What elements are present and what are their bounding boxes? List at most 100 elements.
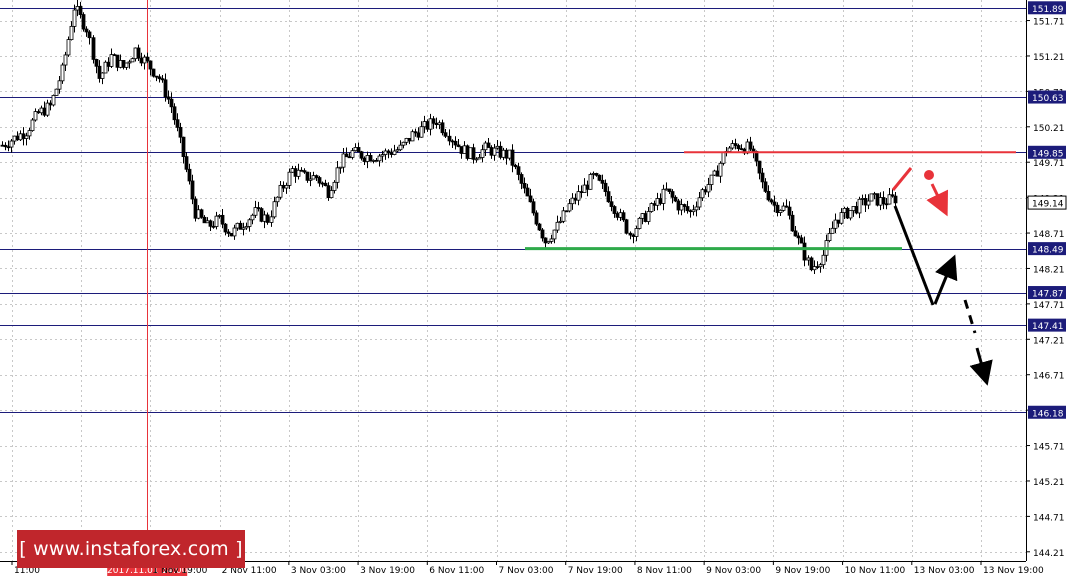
candle-body — [374, 159, 379, 162]
candle-body — [884, 203, 889, 206]
candle-body — [558, 220, 563, 223]
candle-body — [272, 201, 277, 218]
candle-body — [667, 188, 672, 192]
candle-body — [809, 257, 814, 271]
candle-body — [621, 212, 626, 221]
candle-body — [812, 266, 817, 271]
candle-body — [465, 145, 470, 159]
candle-body — [250, 214, 255, 221]
candle-body — [347, 156, 352, 159]
candle-body — [893, 195, 898, 204]
candle-body — [94, 59, 99, 67]
x-tick-label: 8 Nov 11:00 — [637, 566, 692, 576]
y-tick-label: 148.71 — [1033, 230, 1065, 240]
candle-body — [84, 28, 89, 33]
candle-body — [202, 216, 207, 224]
y-tick-label: 150.21 — [1033, 124, 1065, 134]
candle-body — [296, 169, 301, 177]
candle-body — [293, 168, 298, 177]
candle-body — [453, 140, 458, 146]
candle-body — [733, 143, 738, 146]
candle-body — [537, 223, 542, 231]
candle-body — [456, 144, 461, 147]
candle-body — [522, 182, 527, 189]
candle-body — [305, 171, 310, 181]
candle-body — [259, 208, 264, 222]
level-label: 149.85 — [1032, 149, 1064, 159]
y-tick-label: 151.71 — [1033, 18, 1065, 28]
candle-body — [214, 215, 219, 227]
candle-body — [685, 206, 690, 212]
candle-body — [395, 149, 400, 152]
candle-body — [528, 195, 533, 203]
candle-body — [124, 62, 129, 68]
candle-body — [419, 126, 424, 138]
candle-body — [757, 160, 762, 174]
candle-body — [854, 206, 859, 214]
candle-body — [172, 106, 177, 121]
candle-body — [839, 212, 844, 224]
candle-body — [700, 189, 705, 199]
candle-body — [39, 107, 44, 114]
candle-body — [781, 205, 786, 211]
candle-body — [498, 145, 503, 158]
candle-body — [525, 187, 530, 197]
candle-body — [145, 56, 150, 62]
candle-body — [184, 156, 189, 170]
candle-body — [564, 210, 569, 213]
candle-body — [151, 68, 156, 77]
candle-body — [51, 95, 56, 106]
candle-body — [45, 102, 50, 116]
candle-body — [380, 154, 385, 157]
candle-body — [356, 147, 361, 153]
candle-body — [890, 194, 895, 197]
candle-body — [842, 207, 847, 213]
candle-body — [63, 54, 68, 66]
candle-body — [54, 88, 59, 96]
candle-body — [317, 177, 322, 184]
candle-body — [706, 184, 711, 193]
x-tick-label: 13 Nov 19:00 — [983, 566, 1044, 576]
candle-body — [365, 155, 370, 162]
candle-body — [821, 254, 826, 266]
candle-body — [588, 174, 593, 190]
candle-body — [682, 204, 687, 207]
candle-body — [422, 121, 427, 128]
candle-body — [513, 164, 518, 168]
candle-body — [398, 144, 403, 151]
candle-body — [462, 145, 467, 154]
candle-body — [109, 54, 114, 67]
candle-body — [860, 198, 865, 200]
watermark: [ www.instaforex.com ] — [17, 530, 245, 568]
y-tick-label: 148.21 — [1033, 265, 1065, 275]
candle-body — [709, 174, 714, 185]
candle-body — [302, 170, 307, 173]
candle-body — [727, 147, 732, 152]
candle-body — [440, 122, 445, 134]
candle-body — [410, 131, 415, 142]
candle-body — [142, 56, 147, 64]
y-tick-label: 144.71 — [1033, 513, 1065, 523]
candle-body — [543, 237, 548, 244]
candle-body — [673, 196, 678, 202]
candle-body — [434, 122, 439, 126]
x-tick-label: 6 Nov 11:00 — [429, 566, 484, 576]
candle-body — [175, 119, 180, 128]
candle-body — [335, 167, 340, 183]
x-tick-label: 3 Nov 03:00 — [291, 566, 346, 576]
y-tick-label: 149.71 — [1033, 159, 1065, 169]
candle-body — [181, 136, 186, 157]
candle-body — [314, 175, 319, 178]
candle-body — [112, 54, 117, 57]
candle-body — [431, 118, 436, 124]
x-tick-label: 13 Nov 03:00 — [914, 566, 975, 576]
candle-body — [6, 146, 11, 149]
candle-body — [66, 39, 71, 56]
candle-body — [362, 157, 367, 162]
alt-red-arrow — [926, 183, 949, 217]
candle-body — [229, 232, 234, 237]
candle-body — [694, 206, 699, 211]
candle-body — [332, 181, 337, 191]
alt-red-line — [891, 167, 913, 191]
candle-body — [790, 214, 795, 232]
